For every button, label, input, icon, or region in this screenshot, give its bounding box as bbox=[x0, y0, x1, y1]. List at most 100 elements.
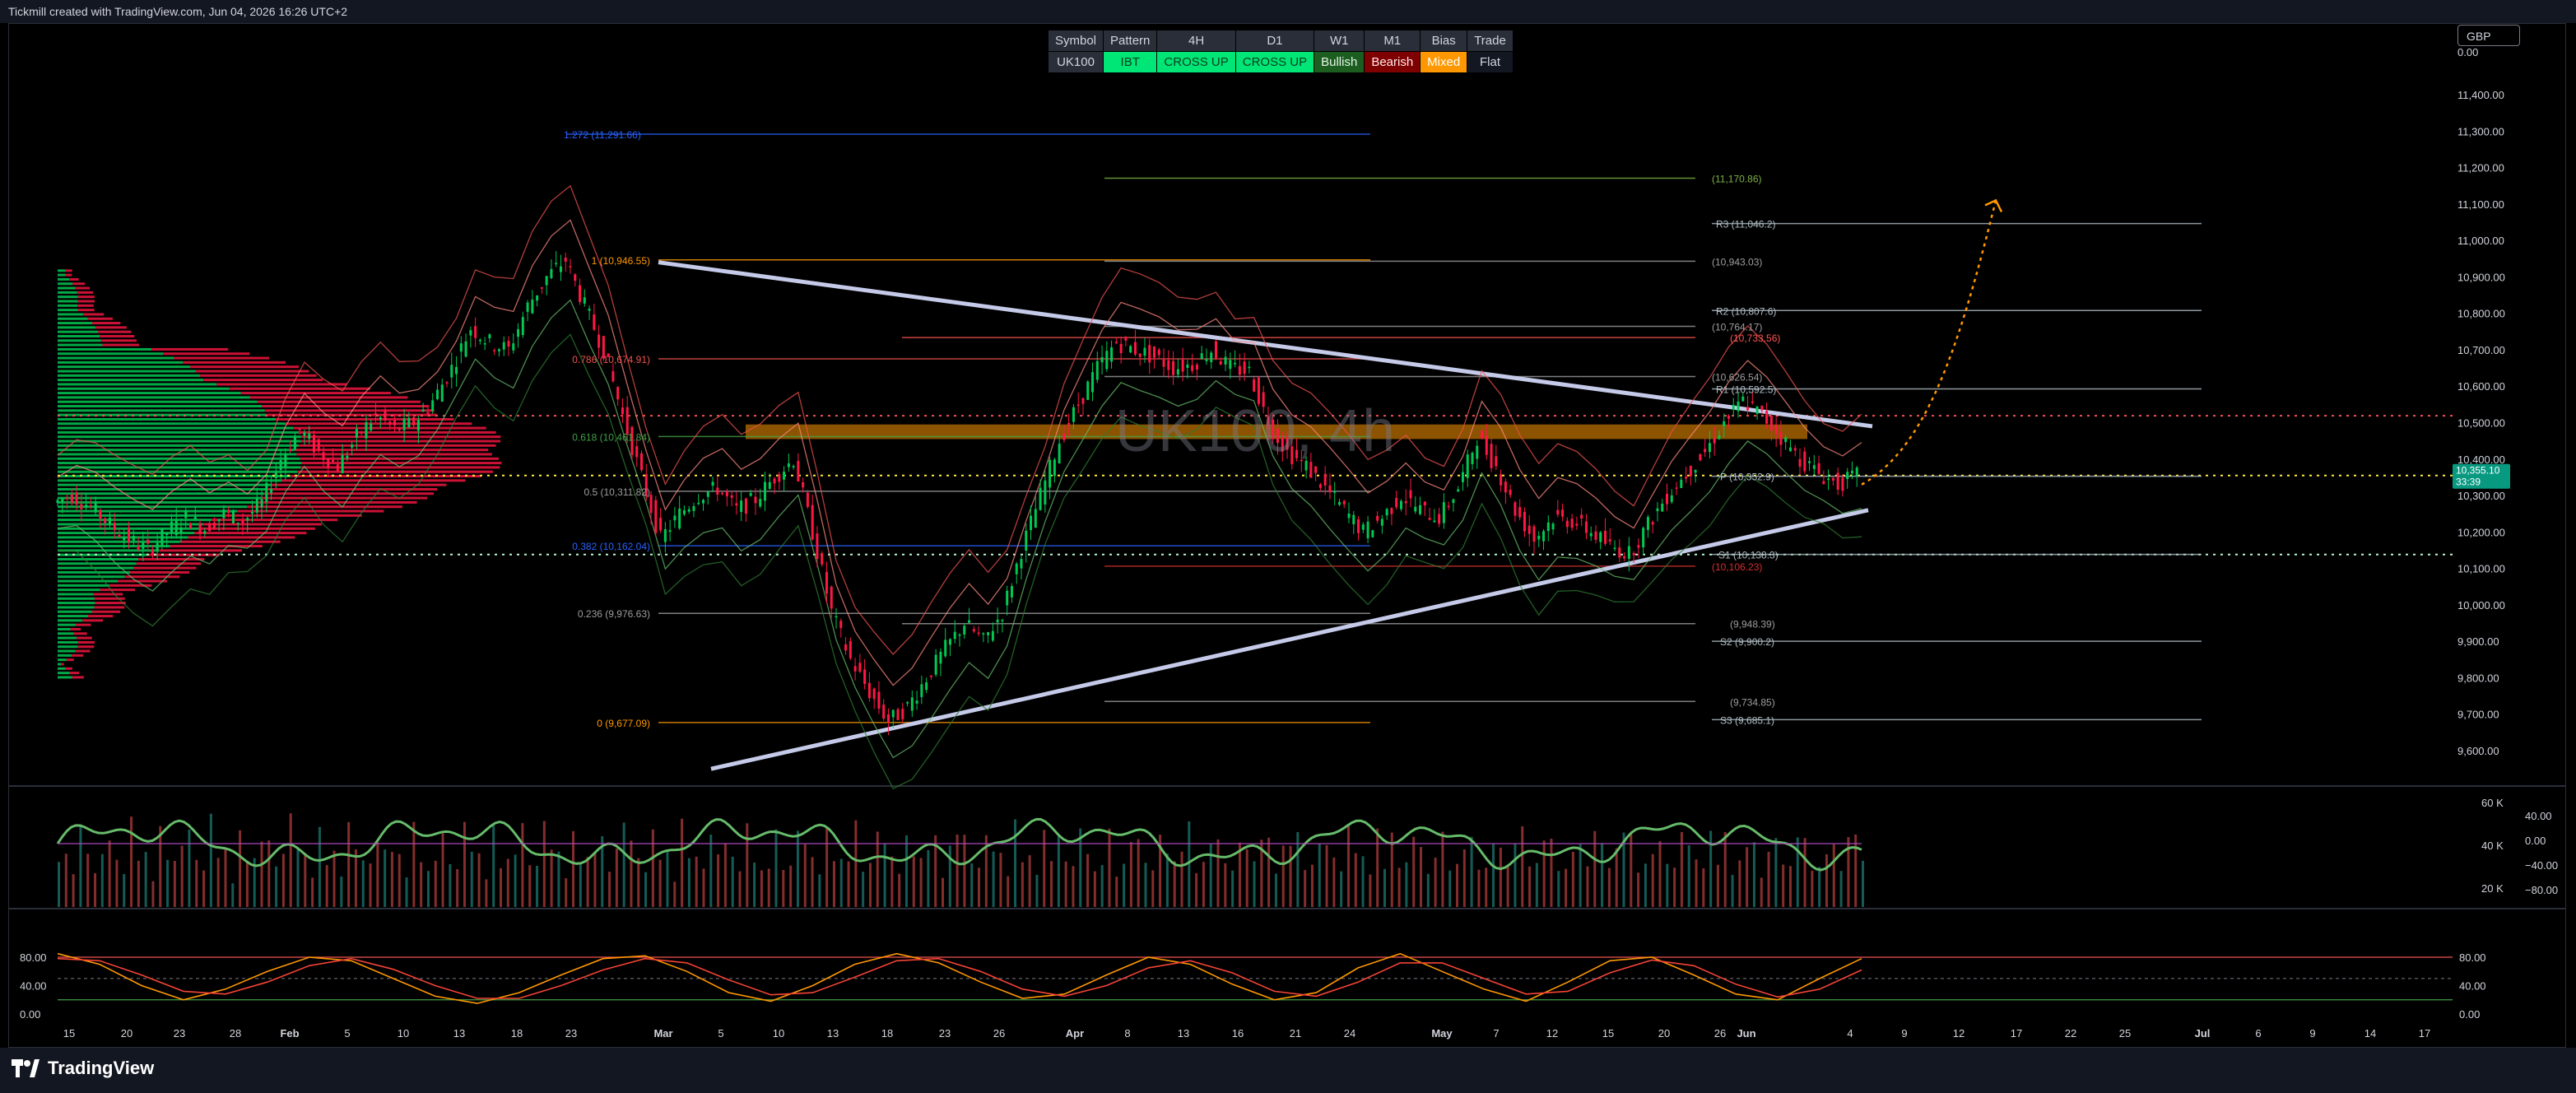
volume-bar bbox=[354, 849, 357, 907]
volume-bar bbox=[311, 877, 314, 907]
summary-header-cell: W1 bbox=[1314, 30, 1365, 52]
volume-bar bbox=[325, 865, 328, 907]
volume-bar bbox=[992, 851, 995, 907]
volume-profile-bar bbox=[58, 430, 299, 434]
volume-bar bbox=[1448, 870, 1452, 907]
price-axis-label: 10,200.00 bbox=[2457, 526, 2505, 538]
summary-trade: Flat bbox=[1467, 51, 1514, 73]
candle-body bbox=[1399, 500, 1402, 509]
time-axis-label: 18 bbox=[511, 1027, 523, 1040]
candle-body bbox=[574, 274, 577, 281]
candle-body bbox=[716, 487, 719, 495]
candle-body bbox=[1129, 346, 1132, 353]
volume-profile-bar bbox=[58, 387, 230, 390]
volume-profile-bar bbox=[58, 462, 302, 465]
volume-bar bbox=[1586, 866, 1589, 907]
volume-profile-bar bbox=[203, 379, 323, 382]
chart-canvas[interactable]: UK100, 4h 11,400.00 11,300.00 11,200.00 11,… bbox=[0, 0, 2576, 1093]
summary-w1: Bullish bbox=[1314, 51, 1365, 73]
candle-body bbox=[811, 505, 814, 540]
volume-profile-bar bbox=[58, 519, 212, 522]
volume-bar bbox=[340, 877, 343, 907]
time-axis-label: Feb bbox=[280, 1027, 299, 1040]
volume-bar bbox=[1731, 875, 1734, 907]
volume-bar bbox=[521, 823, 524, 907]
volume-profile-bar bbox=[300, 457, 499, 460]
stochastic-axis-label-left: 0.00 bbox=[20, 1008, 40, 1021]
candle-body bbox=[89, 505, 92, 507]
volume-bar bbox=[1485, 867, 1488, 907]
candle-body bbox=[673, 515, 677, 521]
volume-profile-bar bbox=[262, 405, 430, 408]
volume-profile-bar bbox=[69, 672, 80, 675]
summary-4h: CROSS UP bbox=[1156, 51, 1236, 73]
stochastic-axis-label-right: 80.00 bbox=[2459, 951, 2486, 964]
volume-bar bbox=[1666, 863, 1669, 907]
volume-profile-bar bbox=[296, 470, 494, 473]
candle-body bbox=[1442, 502, 1445, 523]
volume-bar bbox=[1281, 845, 1285, 907]
volume-profile-bar bbox=[58, 619, 83, 622]
candle-body bbox=[483, 343, 486, 345]
volume-profile-bar bbox=[77, 295, 95, 299]
candle-body bbox=[1504, 481, 1507, 493]
volume-bar bbox=[1325, 844, 1328, 907]
volume-bar bbox=[687, 858, 690, 907]
volume-bar bbox=[1376, 828, 1379, 907]
candle-body bbox=[1685, 477, 1688, 479]
volume-profile-bar bbox=[58, 645, 78, 649]
candle-body bbox=[1760, 406, 1764, 411]
volume-profile-bar bbox=[58, 339, 101, 342]
candle-body bbox=[1751, 401, 1754, 403]
candle-body bbox=[1366, 521, 1369, 539]
candle-body bbox=[1623, 556, 1626, 559]
time-axis-label: 9 bbox=[2309, 1027, 2315, 1040]
volume-bar bbox=[1397, 867, 1401, 907]
volume-profile-bar bbox=[183, 360, 286, 364]
volume-bar bbox=[1477, 869, 1481, 907]
candle-body bbox=[1561, 509, 1565, 517]
volume-bar bbox=[622, 822, 625, 907]
volume-profile-bar bbox=[58, 514, 226, 517]
volume-bar bbox=[1441, 831, 1444, 907]
candle-body bbox=[886, 714, 890, 723]
time-axis-label: 17 bbox=[2011, 1027, 2022, 1040]
candle-body bbox=[398, 427, 401, 430]
candle-body bbox=[1006, 590, 1009, 606]
volume-profile-bar bbox=[65, 273, 72, 277]
volume-bar bbox=[1100, 865, 1104, 907]
candle-body bbox=[858, 663, 862, 672]
candle-body bbox=[1500, 474, 1503, 486]
candle-body bbox=[536, 295, 539, 301]
volume-bar bbox=[1115, 877, 1118, 907]
volume-profile-bar bbox=[58, 623, 77, 626]
volume-bar bbox=[767, 868, 770, 907]
volume-bar bbox=[412, 821, 416, 907]
volume-profile-bar bbox=[95, 602, 126, 605]
candle-body bbox=[322, 452, 325, 460]
volume-bar bbox=[593, 852, 597, 907]
candle-body bbox=[217, 519, 221, 522]
volume-profile-bar bbox=[264, 492, 434, 495]
candle-body bbox=[1342, 500, 1346, 505]
candle-body bbox=[1769, 416, 1773, 431]
candle-body bbox=[1219, 360, 1222, 365]
volume-bar bbox=[565, 878, 568, 907]
volume-bar bbox=[1811, 870, 1814, 907]
candle-body bbox=[1632, 552, 1635, 556]
volume-bar bbox=[506, 858, 509, 907]
volume-profile-bar bbox=[65, 667, 72, 670]
volume-bar bbox=[1738, 860, 1741, 907]
volume-profile-bar bbox=[58, 277, 70, 281]
volume-profile-bar bbox=[58, 449, 295, 452]
volume-profile-bar bbox=[58, 317, 88, 320]
volume-bar bbox=[832, 861, 835, 907]
upper-band-inner bbox=[57, 219, 1862, 686]
candle-body bbox=[293, 436, 296, 450]
volume-bar bbox=[651, 829, 654, 907]
candle-body bbox=[426, 412, 430, 414]
volume-bar bbox=[137, 860, 140, 907]
time-axis-label: 7 bbox=[1493, 1027, 1499, 1040]
price-level-label: S3 (9,685.1) bbox=[1720, 714, 1774, 726]
candle-body bbox=[531, 299, 534, 314]
